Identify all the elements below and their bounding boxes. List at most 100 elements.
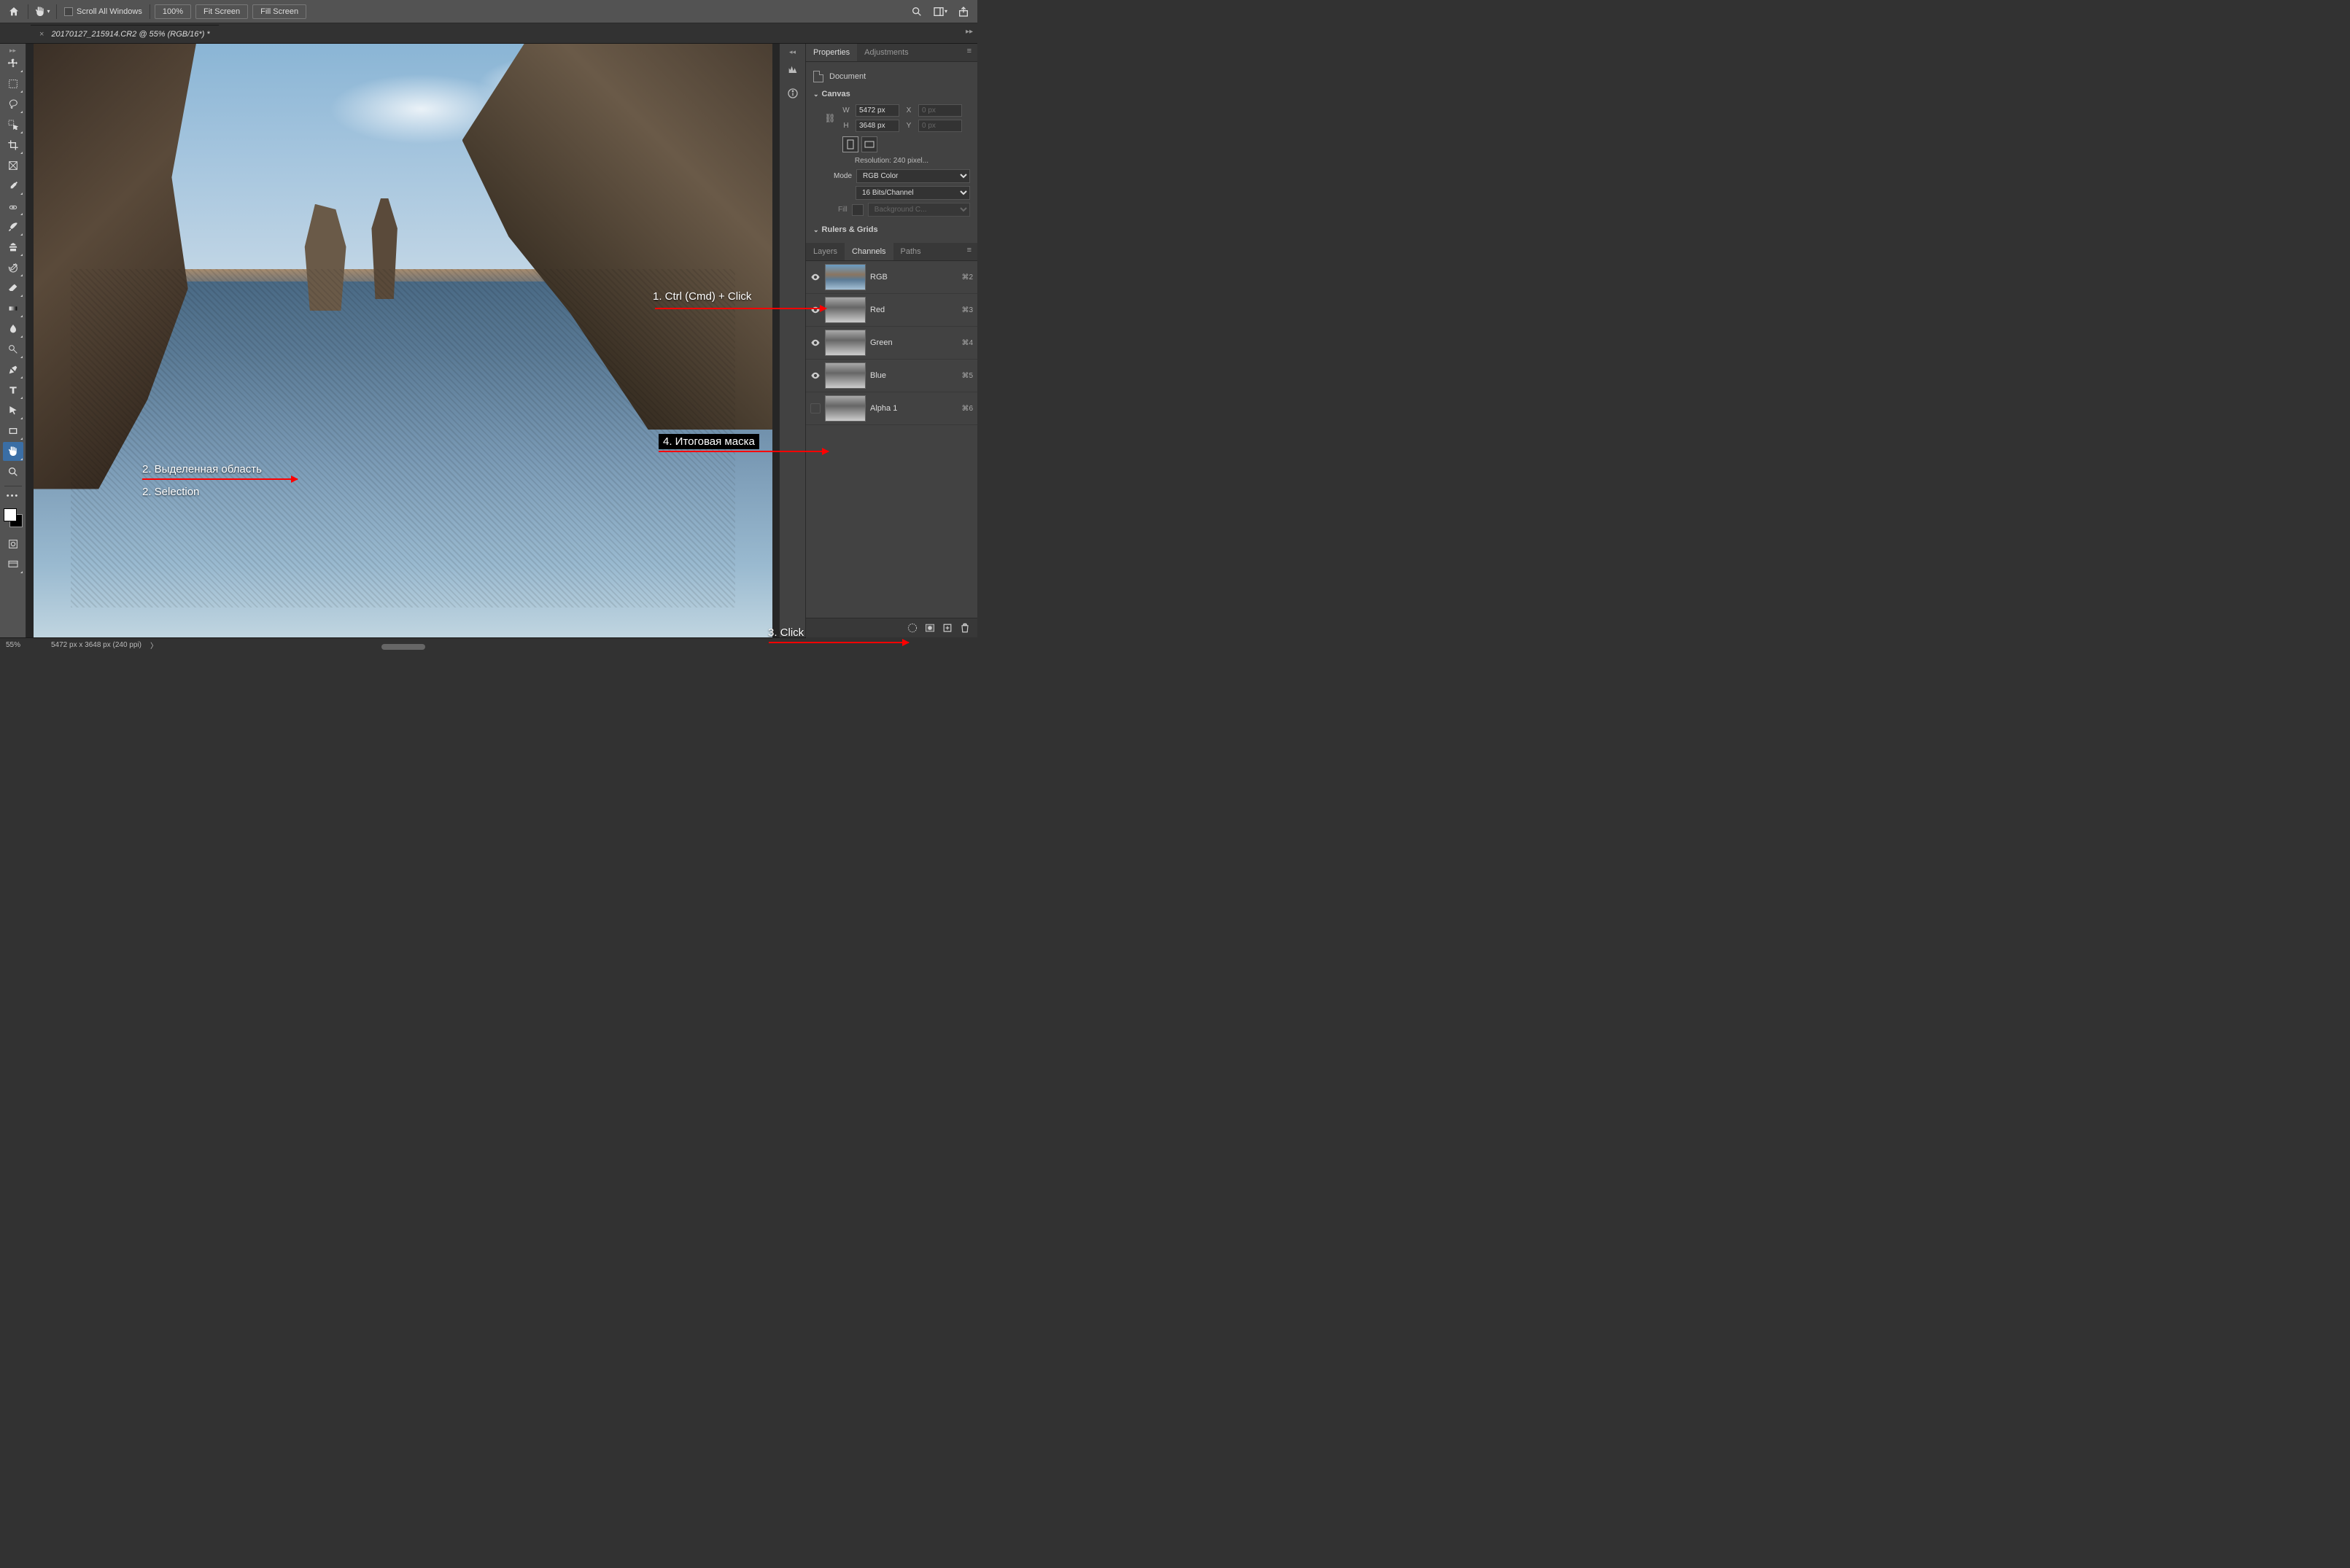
link-dimensions-icon[interactable]: ⛓	[823, 113, 837, 123]
delete-channel-button[interactable]	[957, 621, 973, 634]
fill-swatch[interactable]	[852, 204, 864, 216]
search-icon[interactable]	[907, 2, 926, 21]
landscape-orientation-button[interactable]	[861, 136, 877, 152]
panel-menu-icon[interactable]: ≡	[961, 44, 977, 61]
move-tool[interactable]	[3, 54, 23, 73]
layers-panel-header: Layers Channels Paths ≡	[806, 243, 977, 261]
visibility-eye-icon[interactable]	[810, 338, 821, 348]
type-tool[interactable]	[3, 381, 23, 400]
gradient-tool[interactable]	[3, 299, 23, 318]
hand-tool-indicator-icon[interactable]: ▾	[33, 2, 52, 21]
tab-layers[interactable]: Layers	[806, 243, 845, 260]
tab-paths[interactable]: Paths	[893, 243, 928, 260]
document-icon	[813, 71, 823, 82]
visibility-eye-icon[interactable]	[810, 403, 821, 414]
status-bar: 55% 5472 px x 3648 px (240 ppi) 〉	[0, 637, 806, 652]
rulers-section-header[interactable]: ⌄Rulers & Grids	[813, 221, 970, 237]
close-tab-icon[interactable]: ×	[39, 30, 44, 39]
portrait-orientation-button[interactable]	[842, 136, 858, 152]
tab-adjustments[interactable]: Adjustments	[857, 44, 916, 61]
channel-thumbnail	[825, 297, 866, 323]
workspace-icon[interactable]: ▾	[931, 2, 950, 21]
load-channel-selection-button[interactable]	[904, 621, 920, 634]
resolution-display: Resolution: 240 pixel...	[813, 157, 970, 165]
mode-label: Mode	[834, 172, 852, 180]
fill-screen-button[interactable]: Fill Screen	[252, 4, 306, 19]
save-selection-as-channel-button[interactable]	[922, 621, 938, 634]
new-channel-button[interactable]	[939, 621, 955, 634]
channel-row[interactable]: Red⌘3	[806, 294, 977, 327]
quick-selection-tool[interactable]	[3, 115, 23, 134]
tools-panel: ▸▸ •••	[0, 44, 26, 637]
options-bar: ▾ Scroll All Windows 100% Fit Screen Fil…	[0, 0, 977, 23]
scroll-all-windows-label: Scroll All Windows	[77, 7, 142, 16]
color-mode-select[interactable]: RGB Color	[856, 169, 970, 183]
screen-mode-icon[interactable]	[3, 555, 23, 574]
quick-mask-icon[interactable]	[3, 535, 23, 554]
visibility-eye-icon[interactable]	[810, 305, 821, 315]
right-panels: Properties Adjustments ≡ Document ⌄Canva…	[806, 44, 977, 637]
channel-row[interactable]: RGB⌘2	[806, 261, 977, 294]
histogram-panel-icon[interactable]	[783, 61, 802, 79]
channel-thumbnail	[825, 330, 866, 356]
rectangle-tool[interactable]	[3, 422, 23, 440]
path-selection-tool[interactable]	[3, 401, 23, 420]
channel-thumbnail	[825, 362, 866, 389]
color-swatches[interactable]	[4, 508, 23, 527]
edit-toolbar-icon[interactable]: •••	[3, 491, 23, 501]
marquee-tool[interactable]	[3, 74, 23, 93]
share-icon[interactable]	[954, 2, 973, 21]
tab-channels[interactable]: Channels	[845, 243, 893, 260]
home-icon[interactable]	[4, 2, 23, 21]
frame-tool[interactable]	[3, 156, 23, 175]
height-field[interactable]	[856, 120, 899, 132]
lasso-tool[interactable]	[3, 95, 23, 114]
dodge-tool[interactable]	[3, 340, 23, 359]
channel-row[interactable]: Green⌘4	[806, 327, 977, 360]
clone-stamp-tool[interactable]	[3, 238, 23, 257]
zoom-tool[interactable]	[3, 462, 23, 481]
status-zoom[interactable]: 55%	[6, 641, 42, 649]
panel-menu-icon[interactable]: ≡	[961, 243, 977, 260]
pen-tool[interactable]	[3, 360, 23, 379]
expand-panels-icon[interactable]: ◂◂	[789, 48, 796, 56]
healing-brush-tool[interactable]	[3, 197, 23, 216]
hand-tool[interactable]	[3, 442, 23, 461]
channel-row[interactable]: Blue⌘5	[806, 360, 977, 392]
tab-properties[interactable]: Properties	[806, 44, 857, 61]
brush-tool[interactable]	[3, 217, 23, 236]
zoom-100-button[interactable]: 100%	[155, 4, 191, 19]
annotation-2-arrow	[142, 478, 298, 480]
toolbar-collapse-icon[interactable]: ▸▸	[0, 47, 26, 53]
eyedropper-tool[interactable]	[3, 176, 23, 195]
fit-screen-button[interactable]: Fit Screen	[195, 4, 248, 19]
horizontal-scrollbar-thumb[interactable]	[381, 644, 425, 650]
document-tab-title: 20170127_215914.CR2 @ 55% (RGB/16*) *	[51, 30, 209, 39]
blur-tool[interactable]	[3, 319, 23, 338]
eraser-tool[interactable]	[3, 279, 23, 298]
document-tab[interactable]: × 20170127_215914.CR2 @ 55% (RGB/16*) *	[31, 25, 219, 43]
scroll-all-windows-checkbox[interactable]: Scroll All Windows	[61, 7, 145, 16]
annotation-1: 1. Ctrl (Cmd) + Click	[653, 290, 751, 303]
document-label: Document	[829, 72, 866, 81]
info-panel-icon[interactable]	[783, 84, 802, 103]
crop-tool[interactable]	[3, 136, 23, 155]
image-canvas[interactable]	[34, 44, 772, 637]
canvas-section-header[interactable]: ⌄Canvas	[813, 85, 970, 101]
marching-ants-selection	[71, 269, 736, 608]
channel-shortcut: ⌘3	[961, 306, 973, 314]
status-caret-icon[interactable]: 〉	[150, 640, 158, 651]
visibility-eye-icon[interactable]	[810, 370, 821, 381]
y-label: Y	[902, 122, 915, 130]
channel-name: Green	[870, 338, 957, 347]
channel-row[interactable]: Alpha 1⌘6	[806, 392, 977, 425]
width-field[interactable]	[856, 104, 899, 117]
visibility-eye-icon[interactable]	[810, 272, 821, 282]
history-brush-tool[interactable]	[3, 258, 23, 277]
canvas-area[interactable]	[26, 44, 780, 637]
panel-collapse-icon[interactable]: ▸▸	[966, 28, 973, 36]
channel-shortcut: ⌘6	[961, 405, 973, 413]
bit-depth-select[interactable]: 16 Bits/Channel	[856, 186, 970, 200]
annotation-4: 4. Итоговая маска	[659, 434, 759, 449]
properties-panel-header: Properties Adjustments ≡	[806, 44, 977, 62]
